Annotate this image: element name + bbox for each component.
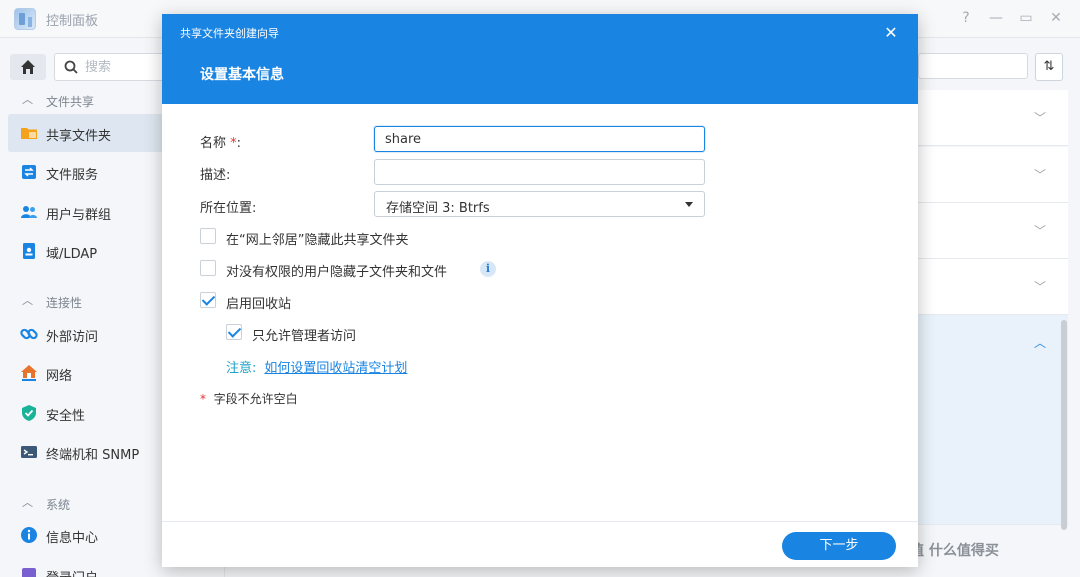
chevron-down-icon: ﹀ <box>1034 168 1047 182</box>
list-item[interactable]: ﹀ <box>918 259 1068 315</box>
watermark-logo: 值 什么值得买 <box>910 543 999 559</box>
enable-recycle-option[interactable]: 启用回收站 <box>200 291 400 312</box>
list-item[interactable]: ﹀ <box>918 147 1068 203</box>
list-item-expanded[interactable]: ︿ <box>918 315 1068 525</box>
sort-icon: ⇅ <box>1043 59 1055 74</box>
chevron-up-icon: ︿ <box>22 294 33 307</box>
recycle-note: 注意: 如何设置回收站清空计划 <box>226 357 407 376</box>
window-title: 控制面板 <box>46 14 99 29</box>
chevron-up-icon: ︿ <box>1034 336 1047 350</box>
chevron-up-icon: ︿ <box>22 496 33 509</box>
name-field[interactable] <box>374 126 705 152</box>
terminal-icon <box>21 446 37 458</box>
users-icon <box>21 206 37 218</box>
dialog-header: 共享文件夹创建向导 ✕ 设置基本信息 <box>162 14 918 104</box>
hide-network-checkbox[interactable] <box>200 228 216 244</box>
list-item[interactable]: ﹀ <box>918 203 1068 259</box>
chevron-up-icon: ︿ <box>22 93 33 106</box>
maximize-icon[interactable]: ▭ <box>1018 10 1034 26</box>
step-title: 设置基本信息 <box>200 67 284 83</box>
help-icon[interactable]: ? <box>958 10 974 26</box>
description-label: 描述: <box>200 168 231 183</box>
hide-network-option[interactable]: 在“网上邻居”隐藏此共享文件夹 <box>200 227 500 248</box>
scrollbar[interactable] <box>1061 320 1067 530</box>
control-panel-app-icon <box>14 8 36 30</box>
wizard-title: 共享文件夹创建向导 <box>180 27 279 40</box>
close-window-icon[interactable]: ✕ <box>1048 10 1064 26</box>
folder-icon <box>21 128 37 139</box>
close-icon[interactable]: ✕ <box>881 23 901 43</box>
info-icon <box>21 527 37 543</box>
note-label: 注意: <box>226 361 257 376</box>
chevron-down-icon: ﹀ <box>1034 111 1047 125</box>
filter-box[interactable] <box>918 53 1028 79</box>
create-shared-folder-dialog: 共享文件夹创建向导 ✕ 设置基本信息 名称 *: 描述: 所在位置: 存储空间 … <box>162 14 918 567</box>
dropdown-caret-icon <box>685 202 693 207</box>
description-field[interactable] <box>374 159 705 185</box>
location-select[interactable]: 存储空间 3: Btrfs <box>374 191 705 217</box>
chevron-down-icon: ﹀ <box>1034 280 1047 294</box>
admin-only-checkbox[interactable] <box>226 324 242 340</box>
dialog-footer: 下一步 <box>162 521 918 567</box>
list-item[interactable]: ﹀ <box>918 90 1068 146</box>
home-icon <box>21 60 35 74</box>
minimize-icon[interactable]: — <box>988 10 1004 26</box>
admin-only-option[interactable]: 只允许管理者访问 <box>226 323 426 344</box>
location-label: 所在位置: <box>200 201 257 216</box>
next-button[interactable]: 下一步 <box>782 532 896 560</box>
recycle-schedule-link[interactable]: 如何设置回收站清空计划 <box>264 361 407 376</box>
link-icon <box>20 328 38 340</box>
search-icon <box>64 60 78 74</box>
required-field-note: * 字段不允许空白 <box>200 392 298 406</box>
chevron-down-icon: ﹀ <box>1034 224 1047 238</box>
info-icon[interactable]: i <box>480 261 496 277</box>
hide-subfolders-option[interactable]: 对没有权限的用户隐藏子文件夹和文件 i <box>200 259 500 280</box>
id-card-icon <box>23 243 35 259</box>
file-service-icon <box>22 165 36 179</box>
name-label: 名称 *: <box>200 136 242 151</box>
portal-icon <box>22 568 36 577</box>
network-home-icon <box>21 365 37 381</box>
enable-recycle-checkbox[interactable] <box>200 292 216 308</box>
shield-icon <box>22 405 36 421</box>
home-button[interactable] <box>10 54 46 80</box>
sort-button[interactable]: ⇅ <box>1035 53 1063 81</box>
location-selected-value: 存储空间 3: Btrfs <box>386 201 490 216</box>
hide-subfolders-checkbox[interactable] <box>200 260 216 276</box>
